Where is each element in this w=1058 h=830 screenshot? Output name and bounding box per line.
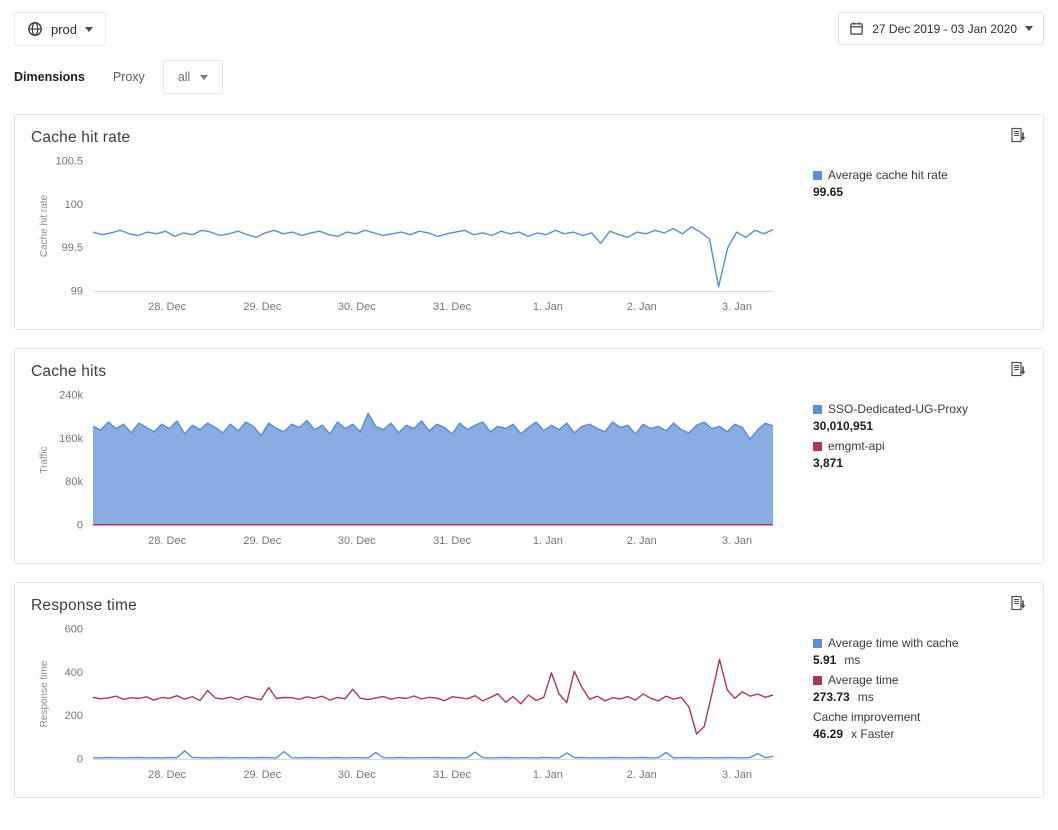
svg-text:1. Jan: 1. Jan	[533, 769, 563, 781]
svg-text:29. Dec: 29. Dec	[243, 535, 281, 547]
chart-canvas: Traffic 0 80k 160k 240k 28. Dec 29. Dec 30. Dec…	[31, 385, 793, 553]
date-range-label: 27 Dec 2019 - 03 Jan 2020	[872, 22, 1017, 36]
svg-text:28. Dec: 28. Dec	[148, 535, 186, 547]
legend-entry: Average time with cache5.91ms	[813, 635, 1027, 669]
card-body: Response time 0 200 400 600 28. Dec 29. Dec 30.…	[31, 619, 1027, 787]
card-title: Cache hits	[31, 363, 1027, 381]
svg-text:99: 99	[71, 286, 83, 298]
svg-text:400: 400	[65, 667, 83, 679]
card-title: Response time	[31, 597, 1027, 615]
legend-entry: Cache improvement46.29x Faster	[813, 709, 1027, 743]
chevron-down-icon	[1025, 26, 1033, 31]
response-time-chart: Response time 0 200 400 600 28. Dec 29. Dec 30.…	[31, 619, 793, 787]
svg-text:29. Dec: 29. Dec	[243, 769, 281, 781]
legend-swatch	[813, 405, 822, 414]
svg-text:2. Jan: 2. Jan	[627, 535, 657, 547]
legend-swatch	[813, 639, 822, 648]
legend-value: 46.29x Faster	[813, 726, 1027, 743]
svg-text:1. Jan: 1. Jan	[533, 301, 563, 313]
environment-selector[interactable]: prod	[14, 12, 106, 46]
legend-swatch	[813, 442, 822, 451]
response-time-legend: Average time with cache5.91msAverage tim…	[813, 619, 1027, 746]
calendar-icon	[849, 21, 864, 36]
svg-text:31. Dec: 31. Dec	[433, 301, 471, 313]
svg-text:2. Jan: 2. Jan	[627, 301, 657, 313]
legend-label: Average cache hit rate	[828, 167, 948, 184]
svg-text:160k: 160k	[59, 433, 83, 445]
svg-text:30. Dec: 30. Dec	[338, 535, 376, 547]
svg-text:28. Dec: 28. Dec	[148, 769, 186, 781]
environment-label: prod	[51, 22, 77, 37]
svg-text:0: 0	[77, 754, 83, 766]
svg-text:31. Dec: 31. Dec	[433, 535, 471, 547]
svg-text:31. Dec: 31. Dec	[433, 769, 471, 781]
legend-label: Cache improvement	[813, 709, 920, 726]
proxy-filter-value: all	[178, 70, 191, 84]
legend-swatch	[813, 676, 822, 685]
legend-entry: Average time273.73ms	[813, 672, 1027, 706]
card-cache-hit-rate: Cache hit rate Cache hit rate 99 99.5 100 10…	[14, 114, 1044, 330]
export-report-button[interactable]	[1010, 595, 1027, 612]
legend-value: 5.91ms	[813, 652, 1027, 669]
export-report-icon	[1010, 127, 1027, 144]
legend-entry: SSO-Dedicated-UG-Proxy30,010,951	[813, 401, 1027, 435]
card-title: Cache hit rate	[31, 129, 1027, 147]
legend-value: 99.65	[813, 184, 1027, 201]
dimensions-filter-bar: Dimensions Proxy all	[0, 52, 1058, 104]
svg-text:0: 0	[77, 520, 83, 532]
svg-text:28. Dec: 28. Dec	[148, 301, 186, 313]
card-cache-hits: Cache hits Traffic 0 80k 160k 240k 28. Dec 29.…	[14, 348, 1044, 564]
chart-canvas: Response time 0 200 400 600 28. Dec 29. Dec 30.…	[31, 619, 793, 787]
svg-text:Traffic: Traffic	[39, 446, 50, 473]
svg-text:2. Jan: 2. Jan	[627, 769, 657, 781]
card-body: Cache hit rate 99 99.5 100 100.5 28. Dec 29. D…	[31, 151, 1027, 319]
svg-text:100: 100	[65, 199, 83, 211]
export-report-icon	[1010, 361, 1027, 378]
legend-swatch	[813, 171, 822, 180]
svg-text:30. Dec: 30. Dec	[338, 301, 376, 313]
date-range-picker[interactable]: 27 Dec 2019 - 03 Jan 2020	[838, 12, 1044, 45]
legend-value: 3,871	[813, 455, 1027, 472]
proxy-filter-dropdown[interactable]: all	[163, 60, 224, 94]
export-report-button[interactable]	[1010, 361, 1027, 378]
legend-label: SSO-Dedicated-UG-Proxy	[828, 401, 968, 418]
dimensions-label: Dimensions	[14, 70, 85, 84]
svg-text:200: 200	[65, 710, 83, 722]
cache-hits-legend: SSO-Dedicated-UG-Proxy30,010,951emgmt-ap…	[813, 385, 1027, 475]
export-report-icon	[1010, 595, 1027, 612]
legend-label: Average time with cache	[828, 635, 959, 652]
cache-hit-rate-legend: Average cache hit rate99.65	[813, 151, 1027, 204]
svg-text:Response time: Response time	[39, 660, 50, 727]
card-body: Traffic 0 80k 160k 240k 28. Dec 29. Dec 30. Dec…	[31, 385, 1027, 553]
legend-label: emgmt-api	[828, 438, 885, 455]
card-response-time: Response time Response time 0 200 400 600 28.…	[14, 582, 1044, 798]
chevron-down-icon	[200, 75, 208, 80]
svg-text:30. Dec: 30. Dec	[338, 769, 376, 781]
cache-hits-chart: Traffic 0 80k 160k 240k 28. Dec 29. Dec 30. Dec…	[31, 385, 793, 553]
svg-text:99.5: 99.5	[62, 242, 83, 254]
svg-text:80k: 80k	[65, 476, 83, 488]
svg-text:29. Dec: 29. Dec	[243, 301, 281, 313]
legend-entry: emgmt-api3,871	[813, 438, 1027, 472]
svg-text:240k: 240k	[59, 390, 83, 402]
legend-entry: Average cache hit rate99.65	[813, 167, 1027, 201]
svg-text:600: 600	[65, 624, 83, 636]
legend-value: 273.73ms	[813, 689, 1027, 706]
legend-label: Average time	[828, 672, 898, 689]
svg-text:3. Jan: 3. Jan	[722, 301, 752, 313]
topbar: prod 27 Dec 2019 - 03 Jan 2020	[0, 0, 1058, 52]
svg-text:100.5: 100.5	[55, 156, 83, 168]
globe-icon	[27, 21, 43, 37]
legend-value: 30,010,951	[813, 418, 1027, 435]
chevron-down-icon	[85, 27, 93, 32]
svg-text:Cache hit rate: Cache hit rate	[39, 194, 50, 257]
svg-text:3. Jan: 3. Jan	[722, 535, 752, 547]
proxy-dimension-label: Proxy	[113, 70, 145, 84]
chart-canvas: Cache hit rate 99 99.5 100 100.5 28. Dec 29. D…	[31, 151, 793, 319]
export-report-button[interactable]	[1010, 127, 1027, 144]
svg-text:1. Jan: 1. Jan	[533, 535, 563, 547]
cache-hit-rate-chart: Cache hit rate 99 99.5 100 100.5 28. Dec 29. D…	[31, 151, 793, 319]
svg-text:3. Jan: 3. Jan	[722, 769, 752, 781]
